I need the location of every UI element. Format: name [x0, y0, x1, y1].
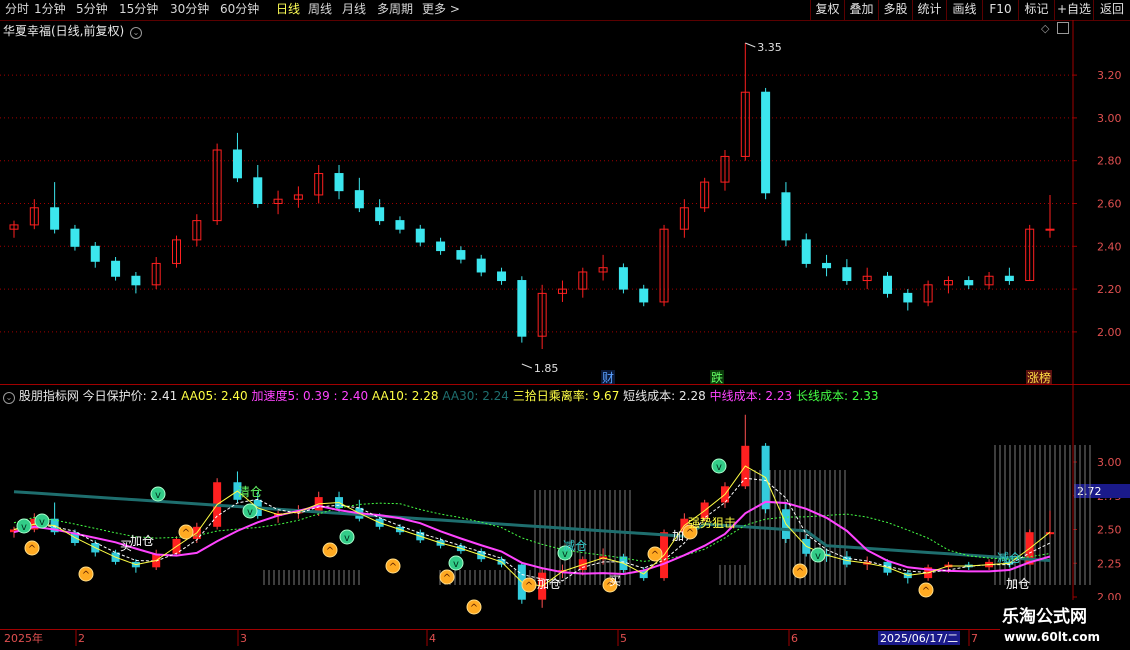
candle-body: [232, 149, 242, 179]
buy-signal-arrow: ^: [28, 544, 36, 555]
month-label: 3: [240, 632, 247, 645]
kline-chart[interactable]: 3.20 3.00 2.80 2.60 2.40 2.20 2.00 3.35 1.85 财 跌 涨榜…: [0, 0, 1130, 650]
price-tick-label: 2.40: [1097, 240, 1122, 253]
aa30-line: [13, 490, 1051, 563]
price-tick-label: 2.20: [1097, 283, 1122, 296]
signal-jiacang: 加仓: [130, 534, 154, 548]
month-label: 5: [620, 632, 627, 645]
candle-body: [456, 250, 466, 260]
year-label: 2025年: [4, 631, 43, 645]
candle-body: [639, 288, 649, 303]
buy-signal-arrow: ^: [525, 581, 533, 592]
candle-body: [1045, 228, 1055, 231]
ind-tick-label: 2.50: [1097, 524, 1122, 537]
candle-body: [436, 241, 446, 252]
signal-qingcang: 清仓: [238, 485, 262, 499]
signal-qiangshi: 强势狙击: [688, 516, 736, 530]
month-label: 4: [429, 632, 436, 645]
month-label: 7: [971, 632, 978, 645]
buy-signal-arrow: ^: [922, 586, 930, 597]
watermark-url: www.60lt.com: [1004, 630, 1101, 644]
marker-die: 跌: [711, 370, 723, 385]
buy-signal-arrow: ^: [443, 573, 451, 584]
ind-tick-label: 3.00: [1097, 456, 1122, 469]
buy-signal-arrow: ^: [796, 567, 804, 578]
low-arrow: [521, 363, 533, 369]
candle-body: [822, 262, 832, 269]
watermark-name: 乐淘公式网: [1002, 607, 1087, 627]
candle-body: [50, 207, 60, 230]
buy-signal-arrow: ^: [82, 570, 90, 581]
candle-body: [1004, 275, 1014, 282]
high-label: 3.35: [757, 41, 782, 54]
candle-body: [842, 267, 852, 282]
candle-body: [375, 207, 385, 222]
candle-body: [111, 260, 121, 277]
candle-body: [334, 173, 344, 192]
candle-body: [90, 245, 100, 262]
candle-body: [131, 275, 141, 286]
candle-body: [781, 192, 791, 241]
sell-signal-arrow: v: [39, 517, 45, 528]
buy-signal-arrow: ^: [651, 550, 659, 561]
candle-body: [497, 271, 507, 282]
signal-jiacang: 加仓: [537, 577, 561, 591]
candle-body: [354, 190, 364, 209]
candle-body: [395, 220, 405, 230]
sell-signal-arrow: v: [453, 559, 459, 570]
candle-body: [253, 177, 263, 205]
month-label: 6: [791, 632, 798, 645]
sell-signal-arrow: v: [344, 533, 350, 544]
month-label: 2: [78, 632, 85, 645]
candle-body: [415, 228, 425, 243]
ind-tick-label: 2.25: [1097, 557, 1122, 570]
sell-signal-arrow: v: [21, 522, 27, 533]
signal-jiancang: 减仓: [563, 539, 587, 553]
candle-body: [476, 258, 486, 273]
candle-body: [964, 280, 974, 286]
candle-body: [801, 239, 811, 264]
signal-mai: 买: [120, 539, 132, 553]
buy-signal-arrow: ^: [389, 562, 397, 573]
signal-jiancang: 减仓: [997, 551, 1021, 565]
price-tick-label: 3.20: [1097, 69, 1122, 82]
current-value: 2.72: [1077, 485, 1102, 498]
signal-jiacang: 加仓: [1006, 577, 1030, 591]
price-tick-label: 3.00: [1097, 112, 1122, 125]
buy-signal-arrow: ^: [182, 528, 190, 539]
sell-signal-arrow: v: [155, 490, 161, 501]
current-date: 2025/06/17/二: [880, 632, 958, 645]
candle-body: [761, 91, 771, 194]
candle-body: [618, 267, 628, 290]
mid-cost-line: [13, 500, 1051, 576]
sell-signal-arrow: v: [815, 551, 821, 562]
low-label: 1.85: [534, 362, 559, 375]
candle-body: [517, 280, 527, 337]
sell-signal-arrow: v: [716, 462, 722, 473]
signal-mai: 买: [609, 574, 621, 588]
candle-body: [882, 275, 892, 294]
candle-body: [70, 228, 80, 247]
long-cost-line: [13, 502, 1051, 562]
signal-jia: 加: [672, 529, 684, 543]
sell-signal-arrow: v: [247, 507, 253, 518]
marker-zhangbang: 涨榜: [1027, 370, 1051, 385]
price-tick-label: 2.80: [1097, 155, 1122, 168]
buy-signal-arrow: ^: [326, 546, 334, 557]
price-tick-label: 2.00: [1097, 326, 1122, 339]
price-tick-label: 2.60: [1097, 198, 1122, 211]
buy-signal-arrow: ^: [470, 603, 478, 614]
marker-cai: 财: [602, 371, 614, 385]
candle-body: [903, 292, 913, 303]
high-arrow: [745, 42, 756, 48]
watermark: 乐淘公式网 www.60lt.com: [1000, 600, 1130, 650]
